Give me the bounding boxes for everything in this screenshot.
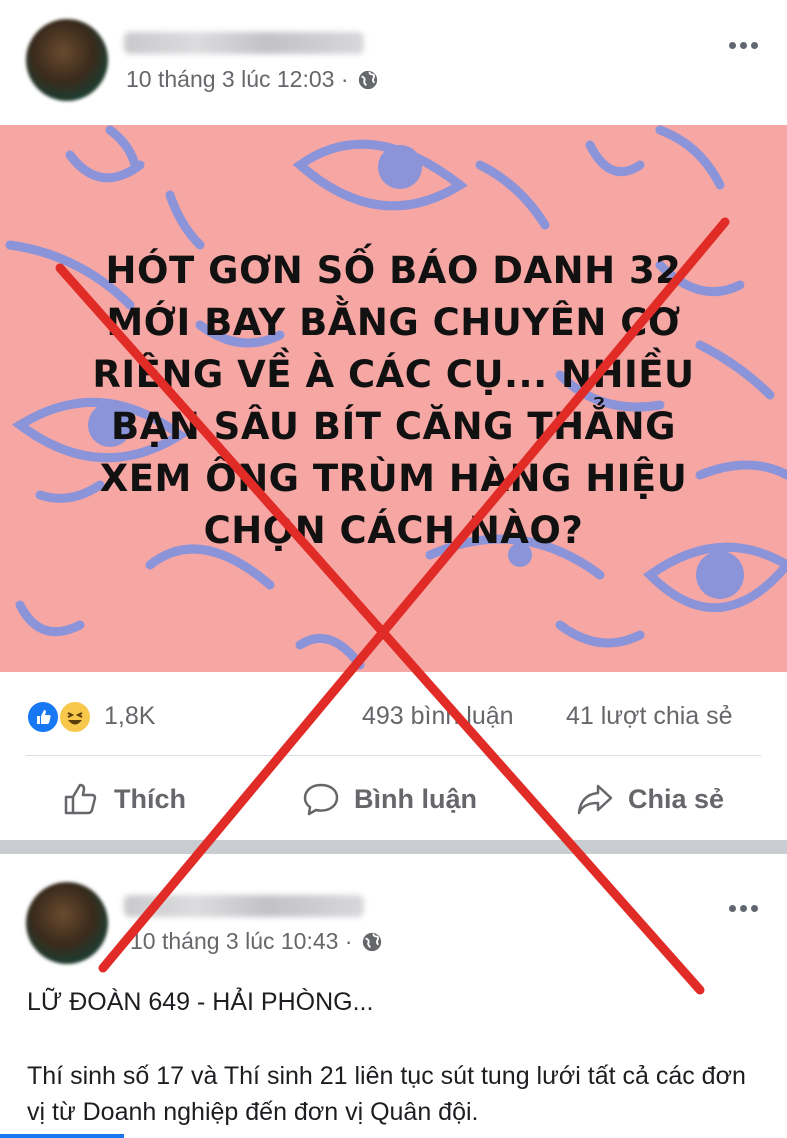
share-label: Chia sẻ [628, 783, 725, 814]
reactions-count[interactable]: 1,8K [104, 702, 155, 731]
image-headline: HÓT GƠN SỐ BÁO DANH 32 MỚI BAY BẰNG CHUY… [92, 249, 695, 552]
divider [26, 755, 761, 756]
author-name-blurred[interactable] [124, 32, 364, 54]
shares-count[interactable]: 41 lượt chia sẻ [566, 702, 733, 731]
more-options-icon[interactable] [729, 905, 758, 912]
like-button[interactable]: Thích [62, 780, 186, 818]
share-button[interactable]: Chia sẻ [576, 780, 724, 818]
avatar[interactable] [26, 19, 108, 101]
post-stats: 1,8K 493 bình luận 41 lượt chia sẻ [0, 692, 787, 742]
author-name-blurred[interactable] [124, 895, 364, 917]
post-actions: Thích Bình luận Chia sẻ [0, 770, 787, 830]
like-label: Thích [114, 783, 186, 814]
comment-icon [303, 783, 339, 816]
share-arrow-icon [577, 784, 613, 815]
thumbs-up-icon [64, 783, 97, 815]
post-meta: 10 tháng 3 lúc 10:43 · [130, 928, 383, 955]
post-title-line: LỮ ĐOÀN 649 - HẢI PHÒNG... [27, 988, 374, 1016]
avatar[interactable] [26, 882, 108, 964]
scroll-indicator [0, 1134, 124, 1138]
feed-separator [0, 840, 787, 854]
haha-reaction-icon[interactable] [58, 700, 92, 734]
post-image[interactable]: HÓT GƠN SỐ BÁO DANH 32 MỚI BAY BẰNG CHUY… [0, 125, 787, 672]
more-options-icon[interactable] [729, 42, 758, 49]
comments-count[interactable]: 493 bình luận [362, 702, 514, 731]
post-timestamp[interactable]: 10 tháng 3 lúc 10:43 · [130, 928, 353, 955]
comment-label: Bình luận [354, 783, 477, 814]
post-body-text: Thí sinh số 17 và Thí sinh 21 liên tục s… [27, 1062, 746, 1126]
comment-button[interactable]: Bình luận [302, 780, 477, 818]
like-reaction-icon[interactable] [26, 700, 60, 734]
globe-icon [358, 70, 377, 89]
post-timestamp[interactable]: 10 tháng 3 lúc 12:03 · [126, 66, 349, 93]
globe-icon [362, 932, 381, 951]
post-meta: 10 tháng 3 lúc 12:03 · [126, 66, 379, 93]
